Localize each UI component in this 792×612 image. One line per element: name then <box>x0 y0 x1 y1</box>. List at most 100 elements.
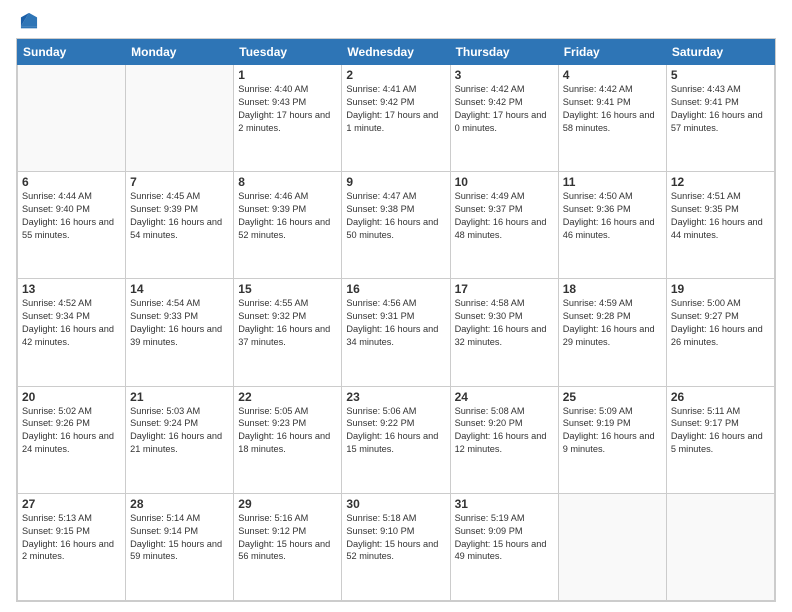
calendar-table: SundayMondayTuesdayWednesdayThursdayFrid… <box>17 39 775 601</box>
calendar-cell: 19Sunrise: 5:00 AMSunset: 9:27 PMDayligh… <box>666 279 774 386</box>
day-info: Sunrise: 5:11 AMSunset: 9:17 PMDaylight:… <box>671 405 770 457</box>
day-number: 19 <box>671 282 770 296</box>
day-info: Sunrise: 4:51 AMSunset: 9:35 PMDaylight:… <box>671 190 770 242</box>
calendar-cell: 13Sunrise: 4:52 AMSunset: 9:34 PMDayligh… <box>18 279 126 386</box>
calendar-cell: 10Sunrise: 4:49 AMSunset: 9:37 PMDayligh… <box>450 172 558 279</box>
day-info: Sunrise: 4:46 AMSunset: 9:39 PMDaylight:… <box>238 190 337 242</box>
calendar-cell: 26Sunrise: 5:11 AMSunset: 9:17 PMDayligh… <box>666 386 774 493</box>
day-info: Sunrise: 5:19 AMSunset: 9:09 PMDaylight:… <box>455 512 554 564</box>
calendar-cell: 12Sunrise: 4:51 AMSunset: 9:35 PMDayligh… <box>666 172 774 279</box>
calendar-cell: 8Sunrise: 4:46 AMSunset: 9:39 PMDaylight… <box>234 172 342 279</box>
calendar-cell: 22Sunrise: 5:05 AMSunset: 9:23 PMDayligh… <box>234 386 342 493</box>
calendar-cell: 14Sunrise: 4:54 AMSunset: 9:33 PMDayligh… <box>126 279 234 386</box>
day-info: Sunrise: 4:47 AMSunset: 9:38 PMDaylight:… <box>346 190 445 242</box>
weekday-header-friday: Friday <box>558 40 666 65</box>
day-info: Sunrise: 5:09 AMSunset: 9:19 PMDaylight:… <box>563 405 662 457</box>
calendar-body: 1Sunrise: 4:40 AMSunset: 9:43 PMDaylight… <box>18 65 775 601</box>
header <box>16 10 776 32</box>
day-number: 6 <box>22 175 121 189</box>
calendar-cell: 5Sunrise: 4:43 AMSunset: 9:41 PMDaylight… <box>666 65 774 172</box>
day-info: Sunrise: 5:00 AMSunset: 9:27 PMDaylight:… <box>671 297 770 349</box>
week-row-1: 6Sunrise: 4:44 AMSunset: 9:40 PMDaylight… <box>18 172 775 279</box>
day-info: Sunrise: 4:55 AMSunset: 9:32 PMDaylight:… <box>238 297 337 349</box>
day-info: Sunrise: 5:02 AMSunset: 9:26 PMDaylight:… <box>22 405 121 457</box>
day-number: 4 <box>563 68 662 82</box>
calendar-header: SundayMondayTuesdayWednesdayThursdayFrid… <box>18 40 775 65</box>
day-number: 15 <box>238 282 337 296</box>
calendar-cell: 15Sunrise: 4:55 AMSunset: 9:32 PMDayligh… <box>234 279 342 386</box>
weekday-header-monday: Monday <box>126 40 234 65</box>
calendar-cell: 17Sunrise: 4:58 AMSunset: 9:30 PMDayligh… <box>450 279 558 386</box>
day-number: 24 <box>455 390 554 404</box>
calendar-cell <box>126 65 234 172</box>
calendar-cell: 29Sunrise: 5:16 AMSunset: 9:12 PMDayligh… <box>234 493 342 600</box>
calendar-cell: 18Sunrise: 4:59 AMSunset: 9:28 PMDayligh… <box>558 279 666 386</box>
calendar-cell: 1Sunrise: 4:40 AMSunset: 9:43 PMDaylight… <box>234 65 342 172</box>
day-info: Sunrise: 5:14 AMSunset: 9:14 PMDaylight:… <box>130 512 229 564</box>
day-number: 1 <box>238 68 337 82</box>
day-number: 5 <box>671 68 770 82</box>
logo <box>16 10 42 32</box>
calendar-cell: 7Sunrise: 4:45 AMSunset: 9:39 PMDaylight… <box>126 172 234 279</box>
calendar-cell: 4Sunrise: 4:42 AMSunset: 9:41 PMDaylight… <box>558 65 666 172</box>
day-number: 27 <box>22 497 121 511</box>
day-number: 13 <box>22 282 121 296</box>
day-info: Sunrise: 4:44 AMSunset: 9:40 PMDaylight:… <box>22 190 121 242</box>
day-number: 9 <box>346 175 445 189</box>
day-number: 18 <box>563 282 662 296</box>
day-number: 17 <box>455 282 554 296</box>
day-info: Sunrise: 4:49 AMSunset: 9:37 PMDaylight:… <box>455 190 554 242</box>
day-number: 30 <box>346 497 445 511</box>
day-info: Sunrise: 5:06 AMSunset: 9:22 PMDaylight:… <box>346 405 445 457</box>
calendar-cell <box>558 493 666 600</box>
day-info: Sunrise: 4:56 AMSunset: 9:31 PMDaylight:… <box>346 297 445 349</box>
day-info: Sunrise: 4:50 AMSunset: 9:36 PMDaylight:… <box>563 190 662 242</box>
calendar-cell: 6Sunrise: 4:44 AMSunset: 9:40 PMDaylight… <box>18 172 126 279</box>
day-info: Sunrise: 5:16 AMSunset: 9:12 PMDaylight:… <box>238 512 337 564</box>
day-info: Sunrise: 4:52 AMSunset: 9:34 PMDaylight:… <box>22 297 121 349</box>
day-info: Sunrise: 4:54 AMSunset: 9:33 PMDaylight:… <box>130 297 229 349</box>
day-number: 23 <box>346 390 445 404</box>
calendar-cell: 16Sunrise: 4:56 AMSunset: 9:31 PMDayligh… <box>342 279 450 386</box>
day-number: 14 <box>130 282 229 296</box>
day-info: Sunrise: 5:13 AMSunset: 9:15 PMDaylight:… <box>22 512 121 564</box>
day-number: 20 <box>22 390 121 404</box>
calendar-cell <box>18 65 126 172</box>
calendar-cell: 3Sunrise: 4:42 AMSunset: 9:42 PMDaylight… <box>450 65 558 172</box>
day-number: 26 <box>671 390 770 404</box>
day-info: Sunrise: 5:05 AMSunset: 9:23 PMDaylight:… <box>238 405 337 457</box>
weekday-header-saturday: Saturday <box>666 40 774 65</box>
day-number: 8 <box>238 175 337 189</box>
day-number: 22 <box>238 390 337 404</box>
week-row-4: 27Sunrise: 5:13 AMSunset: 9:15 PMDayligh… <box>18 493 775 600</box>
calendar: SundayMondayTuesdayWednesdayThursdayFrid… <box>16 38 776 602</box>
calendar-cell: 20Sunrise: 5:02 AMSunset: 9:26 PMDayligh… <box>18 386 126 493</box>
day-number: 31 <box>455 497 554 511</box>
week-row-0: 1Sunrise: 4:40 AMSunset: 9:43 PMDaylight… <box>18 65 775 172</box>
weekday-header-row: SundayMondayTuesdayWednesdayThursdayFrid… <box>18 40 775 65</box>
day-number: 7 <box>130 175 229 189</box>
day-info: Sunrise: 4:40 AMSunset: 9:43 PMDaylight:… <box>238 83 337 135</box>
weekday-header-wednesday: Wednesday <box>342 40 450 65</box>
day-info: Sunrise: 4:41 AMSunset: 9:42 PMDaylight:… <box>346 83 445 135</box>
week-row-2: 13Sunrise: 4:52 AMSunset: 9:34 PMDayligh… <box>18 279 775 386</box>
day-number: 11 <box>563 175 662 189</box>
weekday-header-tuesday: Tuesday <box>234 40 342 65</box>
day-number: 12 <box>671 175 770 189</box>
calendar-cell: 11Sunrise: 4:50 AMSunset: 9:36 PMDayligh… <box>558 172 666 279</box>
calendar-cell: 27Sunrise: 5:13 AMSunset: 9:15 PMDayligh… <box>18 493 126 600</box>
calendar-cell <box>666 493 774 600</box>
calendar-cell: 25Sunrise: 5:09 AMSunset: 9:19 PMDayligh… <box>558 386 666 493</box>
calendar-cell: 30Sunrise: 5:18 AMSunset: 9:10 PMDayligh… <box>342 493 450 600</box>
calendar-cell: 21Sunrise: 5:03 AMSunset: 9:24 PMDayligh… <box>126 386 234 493</box>
logo-icon <box>18 10 40 32</box>
day-info: Sunrise: 5:08 AMSunset: 9:20 PMDaylight:… <box>455 405 554 457</box>
day-number: 16 <box>346 282 445 296</box>
day-number: 3 <box>455 68 554 82</box>
day-number: 21 <box>130 390 229 404</box>
day-info: Sunrise: 4:45 AMSunset: 9:39 PMDaylight:… <box>130 190 229 242</box>
day-info: Sunrise: 4:42 AMSunset: 9:41 PMDaylight:… <box>563 83 662 135</box>
day-number: 25 <box>563 390 662 404</box>
calendar-cell: 2Sunrise: 4:41 AMSunset: 9:42 PMDaylight… <box>342 65 450 172</box>
day-number: 2 <box>346 68 445 82</box>
